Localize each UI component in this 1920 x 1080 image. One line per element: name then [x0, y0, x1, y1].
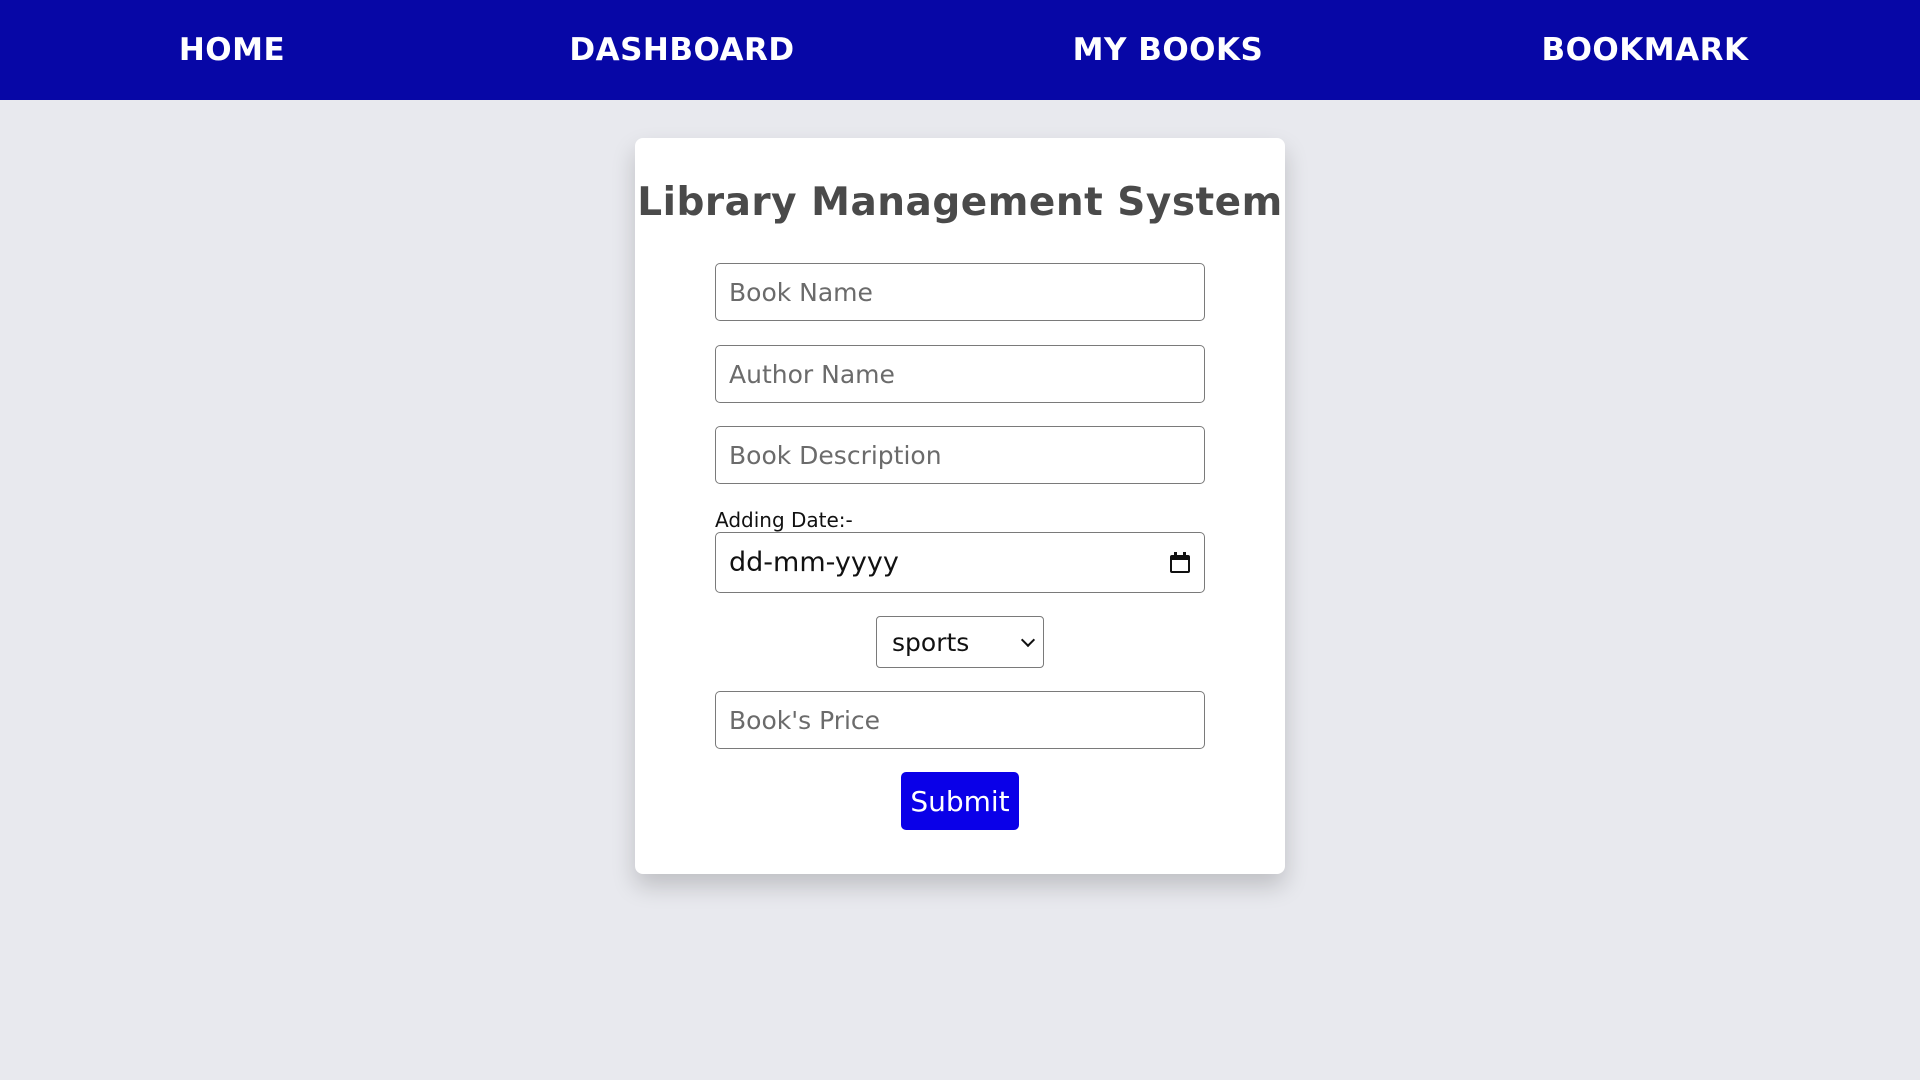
book-description-input[interactable] — [715, 426, 1205, 484]
category-select[interactable]: sports — [876, 616, 1044, 668]
book-price-input[interactable] — [715, 691, 1205, 749]
calendar-icon[interactable] — [1169, 551, 1191, 574]
submit-button[interactable]: Submit — [901, 772, 1019, 830]
book-form-card: Library Management System Adding Date:- … — [635, 138, 1285, 874]
nav-dashboard-link[interactable]: DASHBOARD — [562, 0, 802, 100]
book-name-input[interactable] — [715, 263, 1205, 321]
chevron-down-icon — [1020, 632, 1036, 647]
nav-bookmark-link[interactable]: BOOKMARK — [1540, 0, 1750, 100]
navbar: HOME DASHBOARD MY BOOKS BOOKMARK — [0, 0, 1920, 100]
author-name-input[interactable] — [715, 345, 1205, 403]
nav-my-books-link[interactable]: MY BOOKS — [1060, 0, 1276, 100]
adding-date-input[interactable]: dd-mm-yyyy — [715, 532, 1205, 593]
adding-date-label: Adding Date:- — [715, 508, 853, 532]
category-selected-value: sports — [892, 627, 970, 657]
adding-date-value: dd-mm-yyyy — [729, 547, 899, 578]
form-title: Library Management System — [637, 180, 1283, 225]
nav-home-link[interactable]: HOME — [132, 0, 332, 100]
